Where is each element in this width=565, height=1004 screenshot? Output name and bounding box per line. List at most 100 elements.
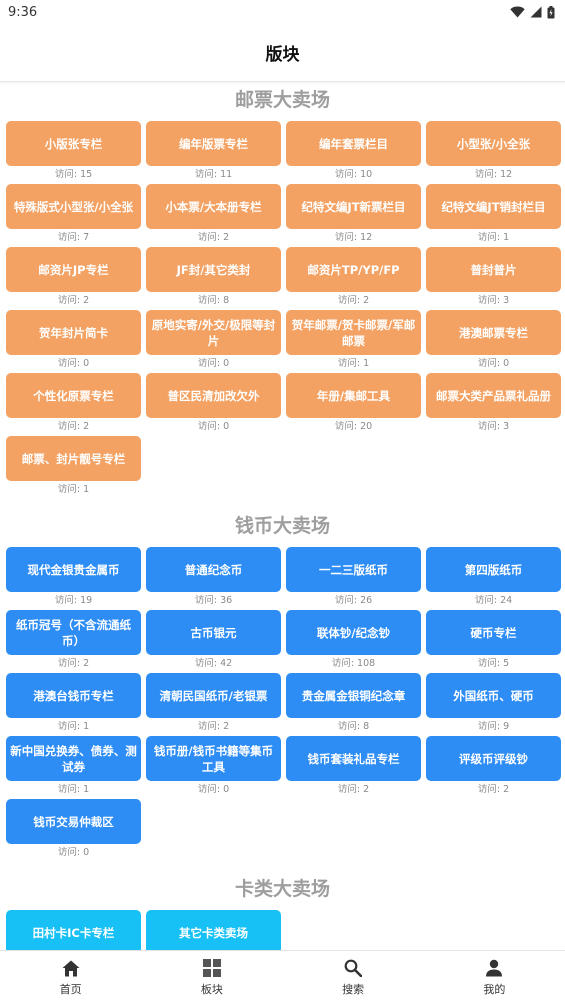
board-item: 古币银元访问: 42	[146, 610, 281, 673]
board-button[interactable]: 纪特文编JT销封栏目	[426, 184, 561, 229]
board-button[interactable]: 港澳邮票专栏	[426, 310, 561, 355]
board-button[interactable]: 邮资片JP专栏	[6, 247, 141, 292]
board-button[interactable]: 贵金属金银铜纪念章	[286, 673, 421, 718]
board-item: 邮资片JP专栏 访问: 2	[6, 247, 141, 310]
board-item: 田村卡IC卡专栏	[6, 910, 141, 950]
board-item: 贺年封片简卡 访问: 0	[6, 310, 141, 373]
board-button[interactable]: 普通纪念币	[146, 547, 281, 592]
nav-item-home[interactable]: 首页	[0, 951, 141, 1004]
visit-count: 访问: 2	[197, 232, 230, 243]
visit-count: 访问: 7	[57, 232, 90, 243]
board-button[interactable]: 联体钞/纪念钞	[286, 610, 421, 655]
board-button[interactable]: 纸币冠号（不含流通纸币）	[6, 610, 141, 655]
grid-icon	[202, 958, 222, 978]
section-title: 卡类大卖场	[234, 878, 330, 900]
visit-count: 访问: 2	[57, 421, 90, 432]
board-item: 小版张专栏访问: 15	[6, 121, 141, 184]
search-icon	[343, 958, 363, 978]
board-item: 邮资片TP/YP/FP 访问: 2	[286, 247, 421, 310]
nav-label-home: 首页	[59, 983, 82, 996]
board-button[interactable]: 年册/集邮工具	[286, 373, 421, 418]
board-item: 普通纪念币 访问: 36	[146, 547, 281, 610]
board-button[interactable]: 古币银元	[146, 610, 281, 655]
board-button[interactable]: 贺年邮票/贺卡邮票/军邮邮票	[286, 310, 421, 355]
board-button[interactable]: 钱币交易仲裁区	[6, 799, 141, 844]
section-title: 钱币大卖场	[234, 515, 330, 537]
visit-count: 访问: 9	[477, 721, 510, 732]
board-item: 原地实寄/外交/极限等封片 访问: 0	[146, 310, 281, 373]
board-item: JF封/其它类封访问: 8	[146, 247, 281, 310]
board-item: 新中国兑换券、债券、测试券 访问: 1	[6, 736, 141, 799]
board-item: 纪特文编JT销封栏目 访问: 1	[426, 184, 561, 247]
board-button[interactable]: 港澳台钱币专栏	[6, 673, 141, 718]
board-item: 纸币冠号（不含流通纸币） 访问: 2	[6, 610, 141, 673]
visit-count: 访问: 1	[337, 358, 370, 369]
board-list[interactable]: 邮票大卖场 小版张专栏 访问: 15 编年版票专栏 访问: 11 编年套票栏目 访问: 10…	[0, 83, 565, 950]
board-button[interactable]: 原地实寄/外交/极限等封片	[146, 310, 281, 355]
visit-count: 访问: 1	[57, 721, 90, 732]
board-button[interactable]: 第四版纸币	[426, 547, 561, 592]
person-icon	[484, 958, 504, 978]
home-icon	[61, 958, 81, 978]
board-button[interactable]: 外国纸币、硬币	[426, 673, 561, 718]
visit-count: 访问: 8	[197, 295, 230, 306]
visit-count: 访问: 11	[194, 169, 233, 180]
board-button[interactable]: 特殊版式小型张/小全张	[6, 184, 141, 229]
board-button[interactable]: 邮票大类产品票礼品册	[426, 373, 561, 418]
visit-count: 访问: 1	[57, 484, 90, 495]
board-button[interactable]: 硬币专栏	[426, 610, 561, 655]
board-button[interactable]: 现代金银贵金属币	[6, 547, 141, 592]
board-button[interactable]: 纪特文编JT新票栏目	[286, 184, 421, 229]
nav-label-search: 搜索	[342, 983, 365, 996]
board-button[interactable]: 邮票、封片靓号专栏	[6, 436, 141, 481]
page-title: 版块	[265, 45, 300, 65]
board-item: 小本票/大本册专栏访问: 2	[146, 184, 281, 247]
board-button[interactable]: 贺年封片简卡	[6, 310, 141, 355]
board-item: 个性化原票专栏访问: 2	[6, 373, 141, 436]
board-button[interactable]: 其它卡类卖场	[146, 910, 281, 950]
board-grid: 田村卡IC卡专栏 其它卡类卖场	[0, 910, 565, 950]
board-item: 普区民清加改欠外访问: 0	[146, 373, 281, 436]
board-button[interactable]: 普封普片	[426, 247, 561, 292]
board-button[interactable]: 编年套票栏目	[286, 121, 421, 166]
board-item: 纪特文编JT新票栏目 访问: 12	[286, 184, 421, 247]
board-item: 普封普片访问: 3	[426, 247, 561, 310]
board-button[interactable]: JF封/其它类封	[146, 247, 281, 292]
nav-item-mine[interactable]: 我的	[424, 951, 565, 1004]
board-button[interactable]: 小版张专栏	[6, 121, 141, 166]
board-item: 其它卡类卖场	[146, 910, 281, 950]
visit-count: 访问: 26	[334, 595, 373, 606]
board-item: 钱币套装礼品专栏 访问: 2	[286, 736, 421, 799]
board-button[interactable]: 一二三版纸币	[286, 547, 421, 592]
board-button[interactable]: 普区民清加改欠外	[146, 373, 281, 418]
status-time: 9:36	[8, 4, 38, 20]
nav-item-search[interactable]: 搜索	[283, 951, 424, 1004]
section-2: 卡类大卖场田村卡IC卡专栏 其它卡类卖场	[0, 872, 565, 950]
board-button[interactable]: 钱币套装礼品专栏	[286, 736, 421, 781]
board-button[interactable]: 田村卡IC卡专栏	[6, 910, 141, 950]
board-button[interactable]: 钱币册/钱币书籍等集币工具	[146, 736, 281, 781]
board-button[interactable]: 小本票/大本册专栏	[146, 184, 281, 229]
section-title: 邮票大卖场	[234, 89, 330, 111]
board-button[interactable]: 邮资片TP/YP/FP	[286, 247, 421, 292]
visit-count: 访问: 0	[197, 421, 230, 432]
board-button[interactable]: 评级币评级钞	[426, 736, 561, 781]
visit-count: 访问: 3	[477, 421, 510, 432]
visit-count: 访问: 42	[194, 658, 233, 669]
visit-count: 访问: 15	[54, 169, 93, 180]
visit-count: 访问: 2	[197, 721, 230, 732]
board-item: 邮票、封片靓号专栏访问: 1	[6, 436, 141, 499]
board-button[interactable]: 小型张/小全张	[426, 121, 561, 166]
app-header: 版块	[0, 24, 565, 82]
board-button[interactable]: 个性化原票专栏	[6, 373, 141, 418]
board-button[interactable]: 编年版票专栏	[146, 121, 281, 166]
board-item: 邮票大类产品票礼品册访问: 3	[426, 373, 561, 436]
status-bar: 9:36	[0, 0, 565, 24]
visit-count: 访问: 3	[477, 295, 510, 306]
nav-item-boards[interactable]: 板块	[141, 951, 282, 1004]
visit-count: 访问: 2	[337, 295, 370, 306]
visit-count: 访问: 5	[477, 658, 510, 669]
board-button[interactable]: 清朝民国纸币/老银票	[146, 673, 281, 718]
board-item: 现代金银贵金属币 访问: 19	[6, 547, 141, 610]
board-button[interactable]: 新中国兑换券、债券、测试券	[6, 736, 141, 781]
